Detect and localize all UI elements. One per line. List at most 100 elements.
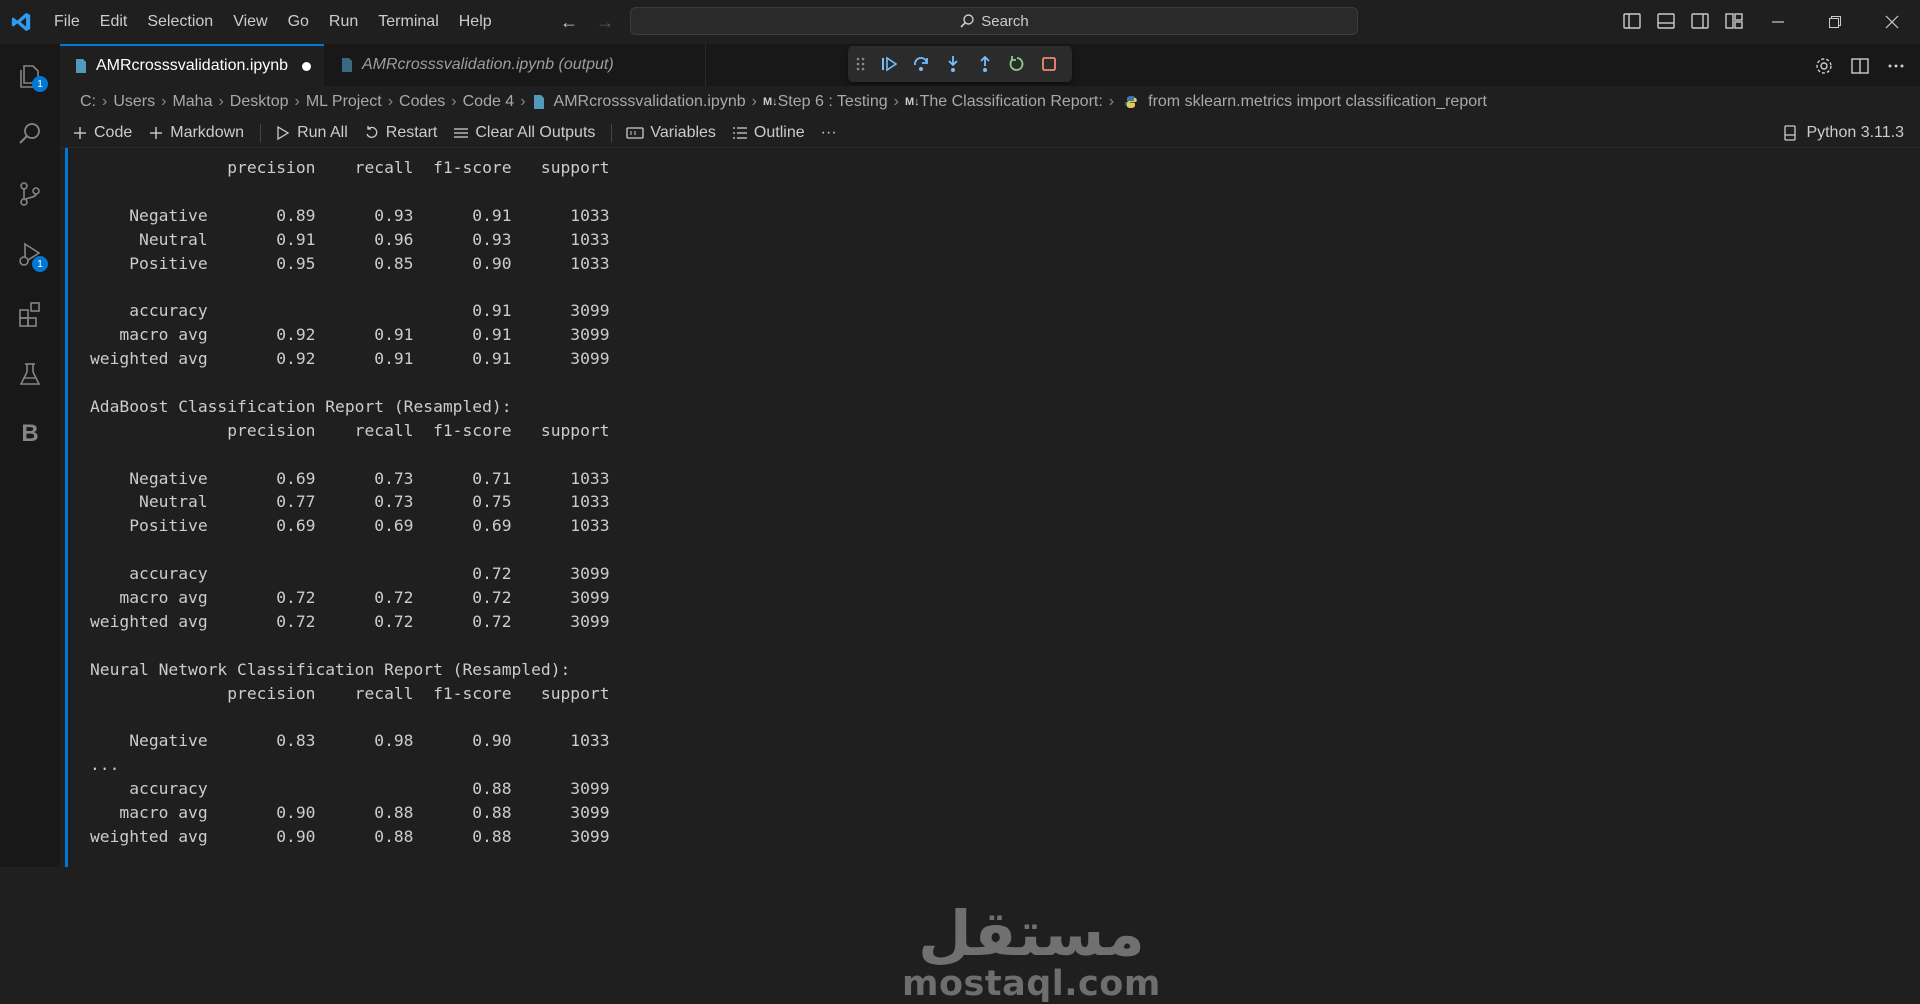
minimize-button[interactable] <box>1749 0 1806 44</box>
chevron-right-icon: › <box>218 93 224 110</box>
more-actions-icon[interactable] <box>1886 56 1906 76</box>
outline-label: Outline <box>753 123 805 141</box>
nav-arrows: ← → <box>560 12 614 33</box>
menu-file[interactable]: File <box>54 13 92 31</box>
breadcrumb-drive[interactable]: C: <box>80 93 96 111</box>
breadcrumb-file[interactable]: AMRcrosssvalidation.ipynb <box>554 93 746 111</box>
debug-toolbar <box>848 46 1072 82</box>
unsaved-dot-icon[interactable] <box>302 61 312 71</box>
breadcrumb-user[interactable]: Maha <box>172 93 212 111</box>
toggle-secondary-sidebar-icon[interactable] <box>1690 11 1710 31</box>
activity-explorer[interactable]: 1 <box>0 52 60 100</box>
tab-notebook-output[interactable]: AMRcrosssvalidation.ipynb (output) <box>324 44 706 86</box>
b-extension-icon: B <box>21 420 39 447</box>
breadcrumb-codes[interactable]: Codes <box>399 93 445 111</box>
output-line: weighted avg 0.92 0.91 0.91 3099 <box>90 349 610 369</box>
restart-button[interactable]: Restart <box>364 124 437 142</box>
breadcrumb-code4[interactable]: Code 4 <box>463 93 515 111</box>
step-out-icon[interactable] <box>976 55 994 73</box>
toggle-panel-icon[interactable] <box>1656 11 1676 31</box>
forward-arrow-icon[interactable]: → <box>596 12 614 33</box>
breadcrumb-step6[interactable]: Step 6 : Testing <box>778 93 888 111</box>
breadcrumb-users[interactable]: Users <box>113 93 155 111</box>
output-line: Positive 0.69 0.69 0.69 1033 <box>90 516 610 536</box>
watermark-logo: مستقل mostaql.com <box>902 903 1161 1004</box>
menu-selection[interactable]: Selection <box>147 13 225 31</box>
breadcrumb-project[interactable]: ML Project <box>306 93 382 111</box>
restart-icon[interactable] <box>1008 55 1026 73</box>
python-icon <box>1125 96 1137 108</box>
output-line: Negative 0.89 0.93 0.91 1033 <box>90 205 610 225</box>
explorer-badge: 1 <box>32 76 48 92</box>
search-icon <box>19 123 40 144</box>
output-line: macro avg 0.90 0.88 0.88 3099 <box>90 803 610 823</box>
output-line: precision recall f1-score support <box>90 420 610 440</box>
breadcrumb-report[interactable]: The Classification Report: <box>920 93 1103 111</box>
cell-output-area[interactable]: precision recall f1-score support Negati… <box>60 148 1920 1004</box>
cell-focus-indicator <box>65 148 68 867</box>
output-line: accuracy 0.88 3099 <box>90 779 610 799</box>
window-controls <box>1749 0 1920 44</box>
output-line: precision recall f1-score support <box>90 683 610 703</box>
split-editor-icon[interactable] <box>1850 56 1870 76</box>
menu-terminal[interactable]: Terminal <box>378 13 450 31</box>
activity-b-extension[interactable]: B <box>0 410 60 458</box>
watermark-latin: mostaql.com <box>902 964 1161 1004</box>
run-all-button[interactable]: Run All <box>275 124 348 142</box>
drag-handle-icon[interactable] <box>856 56 866 72</box>
breadcrumb-desktop[interactable]: Desktop <box>230 93 289 111</box>
run-all-icon <box>277 125 290 140</box>
chevron-right-icon: › <box>893 93 899 110</box>
notebook-file-icon <box>76 59 86 73</box>
kernel-label: Python 3.11.3 <box>1806 124 1904 141</box>
clear-all-outputs-button[interactable]: Clear All Outputs <box>453 124 595 142</box>
output-line: Neutral 0.91 0.96 0.93 1033 <box>90 229 610 249</box>
menu-run[interactable]: Run <box>329 13 370 31</box>
menu-edit[interactable]: Edit <box>100 13 140 31</box>
back-arrow-icon[interactable]: ← <box>560 12 578 33</box>
step-over-icon[interactable] <box>912 55 930 73</box>
command-center-search[interactable]: Search <box>630 7 1358 35</box>
activity-testing[interactable] <box>0 350 60 398</box>
title-bar: File Edit Selection View Go Run Terminal… <box>0 0 1920 44</box>
stop-icon[interactable] <box>1040 55 1058 73</box>
activity-source-control[interactable] <box>0 170 60 218</box>
output-line: weighted avg 0.90 0.88 0.88 3099 <box>90 826 610 846</box>
restore-icon <box>1828 16 1841 28</box>
close-button[interactable] <box>1863 0 1920 44</box>
add-markdown-cell-button[interactable]: Markdown <box>148 124 244 142</box>
step-into-icon[interactable] <box>944 55 962 73</box>
menu-view[interactable]: View <box>233 13 279 31</box>
code-label: Code <box>94 123 133 141</box>
output-line: Neural Network Classification Report (Re… <box>90 659 571 679</box>
kernel-picker[interactable]: Python 3.11.3 <box>1782 118 1904 148</box>
customize-layout-icon[interactable] <box>1724 11 1744 31</box>
breadcrumb-import[interactable]: from sklearn.metrics import classificati… <box>1148 93 1487 111</box>
layout-controls <box>1622 11 1744 31</box>
activity-extensions[interactable] <box>0 290 60 338</box>
output-line: precision recall f1-score support <box>90 158 610 177</box>
activity-run-debug[interactable]: 1 <box>0 230 60 278</box>
menu-help[interactable]: Help <box>459 13 504 31</box>
toggle-primary-sidebar-icon[interactable] <box>1622 11 1642 31</box>
continue-icon[interactable] <box>880 55 898 73</box>
restore-button[interactable] <box>1806 0 1863 44</box>
menu-go[interactable]: Go <box>288 13 321 31</box>
add-code-cell-button[interactable]: Code <box>72 124 132 142</box>
tab-notebook[interactable]: AMRcrosssvalidation.ipynb <box>60 44 324 86</box>
variables-button[interactable]: Variables <box>626 124 716 142</box>
outline-button[interactable]: Outline <box>732 124 805 142</box>
activity-search[interactable] <box>0 110 60 158</box>
settings-gear-icon[interactable] <box>1814 56 1834 76</box>
more-toolbar-button[interactable]: ··· <box>821 124 837 142</box>
notebook-file-icon <box>342 58 352 72</box>
chevron-right-icon: › <box>751 93 757 110</box>
output-line: macro avg 0.72 0.72 0.72 3099 <box>90 588 610 608</box>
tab-notebook-label: AMRcrosssvalidation.ipynb <box>96 57 289 74</box>
markdown-label: Markdown <box>170 123 245 141</box>
chevron-right-icon: › <box>1108 93 1115 110</box>
chevron-right-icon: › <box>520 93 526 110</box>
menu-bar: File Edit Selection View Go Run Terminal… <box>54 13 512 31</box>
